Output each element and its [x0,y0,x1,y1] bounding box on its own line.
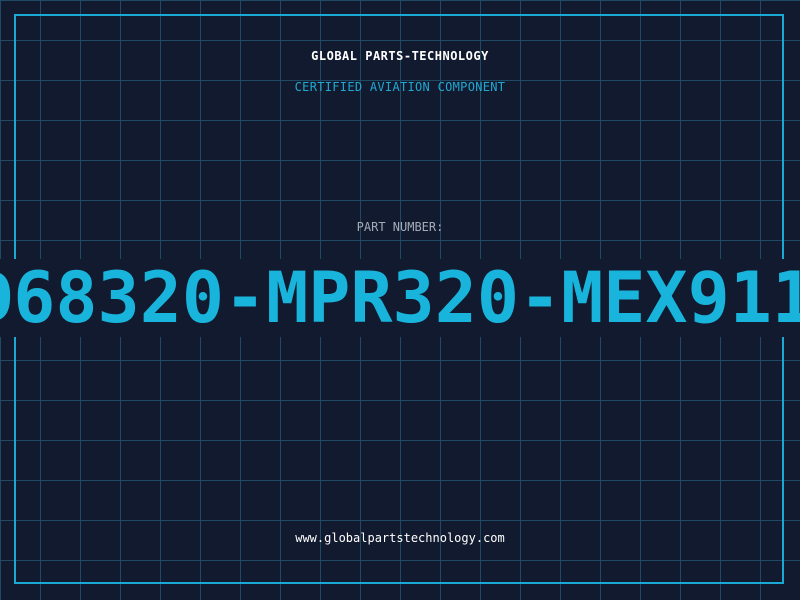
website-url: www.globalpartstechnology.com [295,531,505,545]
part-number-value: D68320-MPR320-MEX911 [0,259,800,337]
company-name: GLOBAL PARTS-TECHNOLOGY [311,49,489,63]
label-canvas: GLOBAL PARTS-TECHNOLOGY CERTIFIED AVIATI… [0,0,800,600]
certification-subtitle: CERTIFIED AVIATION COMPONENT [294,80,506,94]
part-number-label: PART NUMBER: [356,220,444,234]
part-number-band: D68320-MPR320-MEX911 [0,259,800,337]
